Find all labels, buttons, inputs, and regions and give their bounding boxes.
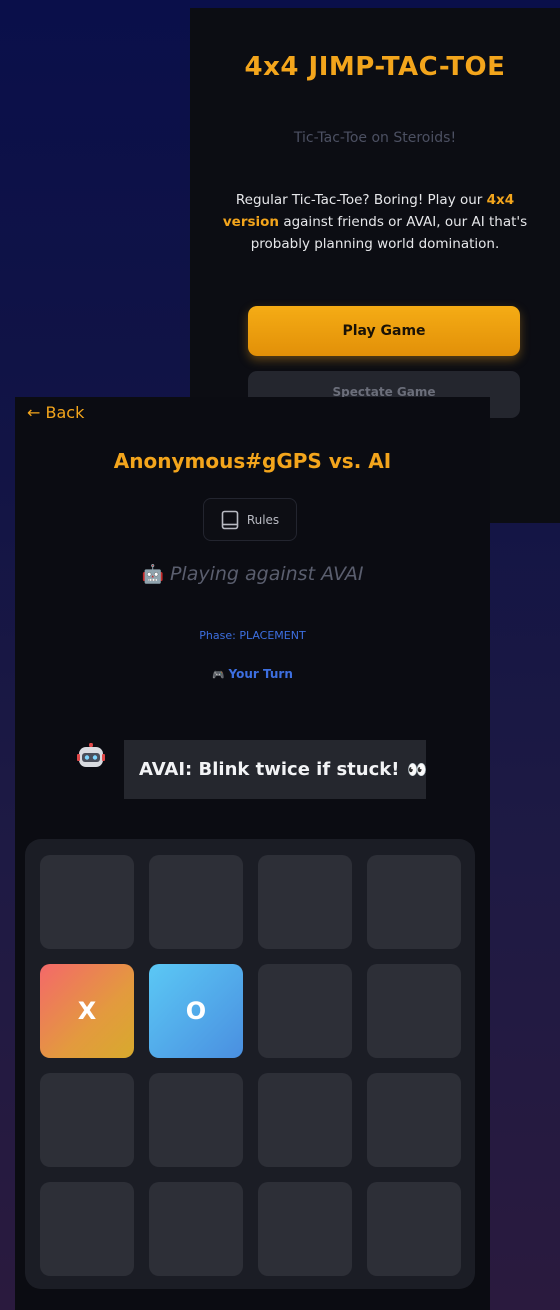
- home-tagline: Tic-Tac-Toe on Steroids!: [293, 130, 457, 146]
- home-title: 4x4 JIMP-TAC-TOE: [244, 52, 506, 82]
- board-cell[interactable]: [258, 1073, 352, 1167]
- board-cell[interactable]: [258, 1182, 352, 1276]
- match-title: Anonymous#gGPS vs. AI: [113, 449, 392, 473]
- bot-speech-bubble: AVAI: Blink twice if stuck! 👀: [124, 740, 427, 799]
- robot-icon: 🤖: [141, 564, 164, 585]
- board-cell[interactable]: [149, 1182, 243, 1276]
- description-prefix: Regular Tic-Tac-Toe? Boring! Play our: [235, 192, 487, 208]
- rules-button[interactable]: Rules: [203, 498, 297, 541]
- board-cell[interactable]: O: [149, 964, 243, 1058]
- board-cell[interactable]: [258, 855, 352, 949]
- home-description: Regular Tic-Tac-Toe? Boring! Play our 4x…: [218, 189, 532, 255]
- bot-avatar-icon: [77, 743, 105, 767]
- board-cell[interactable]: [40, 1073, 134, 1167]
- gamepad-icon: 🎮: [212, 670, 225, 681]
- phase-indicator: Phase: PLACEMENT: [199, 629, 306, 642]
- opponent-text: Playing against AVAI: [169, 563, 364, 585]
- game-panel: ← Back Anonymous#gGPS vs. AI Rules 🤖 Play…: [15, 397, 490, 1310]
- board-cell[interactable]: [149, 855, 243, 949]
- play-game-button[interactable]: Play Game: [248, 306, 520, 356]
- description-suffix: against friends or AVAI, our AI that's p…: [250, 214, 528, 252]
- board-cell[interactable]: [40, 855, 134, 949]
- board-cell[interactable]: [40, 1182, 134, 1276]
- turn-indicator: 🎮 Your Turn: [15, 667, 490, 681]
- board-cell[interactable]: [367, 1182, 461, 1276]
- board-grid: XO: [40, 855, 461, 1276]
- board-cell[interactable]: X: [40, 964, 134, 1058]
- board-cell[interactable]: [258, 964, 352, 1058]
- bot-message: AVAI: Blink twice if stuck!: [139, 759, 400, 780]
- book-icon: [221, 510, 239, 529]
- board-cell[interactable]: [367, 855, 461, 949]
- eyes-icon: 👀: [407, 760, 427, 779]
- game-board: XO: [25, 839, 475, 1289]
- back-link[interactable]: ← Back: [27, 403, 84, 422]
- board-cell[interactable]: [367, 1073, 461, 1167]
- board-cell[interactable]: [367, 964, 461, 1058]
- turn-text: Your Turn: [228, 667, 293, 681]
- opponent-status: 🤖 Playing against AVAI: [15, 563, 490, 585]
- board-cell[interactable]: [149, 1073, 243, 1167]
- rules-label: Rules: [246, 512, 280, 527]
